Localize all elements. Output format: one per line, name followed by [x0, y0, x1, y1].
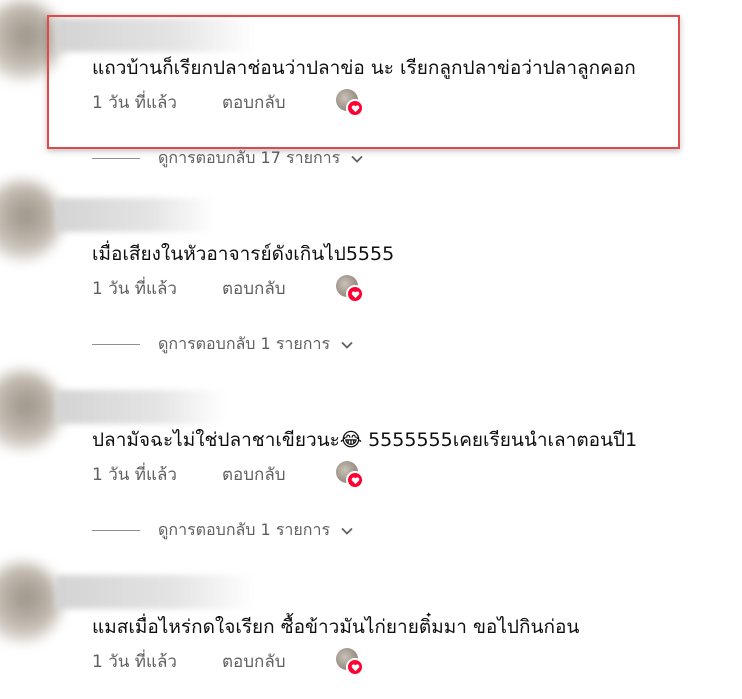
chevron-down-icon [341, 341, 353, 349]
comment-timestamp[interactable]: 1 วัน ที่แล้ว [92, 461, 222, 488]
view-replies-button[interactable]: ดูการตอบกลับ 1 รายการ [92, 518, 354, 543]
avatar[interactable] [0, 370, 62, 450]
thread-line [92, 530, 140, 531]
reply-button[interactable]: ตอบกลับ [222, 648, 286, 675]
comment-timestamp[interactable]: 1 วัน ที่แล้ว [92, 275, 222, 302]
author-name-blurred[interactable] [55, 18, 255, 52]
heart-icon [346, 99, 364, 117]
heart-icon [346, 658, 364, 676]
creator-heart [336, 89, 364, 117]
chevron-down-icon [351, 155, 363, 163]
creator-heart [336, 275, 364, 303]
comment-text: ปลามัจฉะไม่ใช่ปลาชาเขียวนะ😂 5555555เคยเร… [92, 429, 638, 451]
view-replies-button[interactable]: ดูการตอบกลับ 17 รายการ [92, 146, 364, 171]
creator-heart [336, 461, 364, 489]
heart-icon [346, 471, 364, 489]
comment-text: แถวบ้านก็เรียกปลาช่อนว่าปลาข่อ นะ เรียกล… [92, 57, 636, 79]
creator-heart [336, 648, 364, 676]
comment-timestamp[interactable]: 1 วัน ที่แล้ว [92, 648, 222, 675]
reply-button[interactable]: ตอบกลับ [222, 275, 286, 302]
comment-meta: 1 วัน ที่แล้ว ตอบกลับ [92, 275, 286, 302]
author-name-blurred[interactable] [55, 390, 225, 424]
thread-line [92, 344, 140, 345]
view-replies-label: ดูการตอบกลับ 1 รายการ [158, 520, 331, 539]
comment-timestamp[interactable]: 1 วัน ที่แล้ว [92, 89, 222, 116]
reply-button[interactable]: ตอบกลับ [222, 461, 286, 488]
comment-meta: 1 วัน ที่แล้ว ตอบกลับ [92, 648, 286, 675]
comment-meta: 1 วัน ที่แล้ว ตอบกลับ [92, 461, 286, 488]
avatar[interactable] [0, 562, 62, 642]
thread-line [92, 158, 140, 159]
view-replies-label: ดูการตอบกลับ 1 รายการ [158, 334, 331, 353]
view-replies-button[interactable]: ดูการตอบกลับ 1 รายการ [92, 332, 354, 357]
comment-text: แมสเมื่อไหร่กดใจเรียก ซื้อข้าวมันไก่ยายต… [92, 616, 580, 638]
view-replies-label: ดูการตอบกลับ 17 รายการ [158, 148, 341, 167]
heart-icon [346, 285, 364, 303]
chevron-down-icon [341, 527, 353, 535]
avatar[interactable] [0, 180, 62, 260]
comment-meta: 1 วัน ที่แล้ว ตอบกลับ [92, 89, 286, 116]
avatar[interactable] [0, 0, 62, 80]
author-name-blurred[interactable] [55, 198, 215, 232]
author-name-blurred[interactable] [55, 575, 255, 609]
comment-text: เมื่อเสียงในหัวอาจารย์ดังเกินไป5555 [92, 243, 395, 265]
reply-button[interactable]: ตอบกลับ [222, 89, 286, 116]
comments-panel: แถวบ้านก็เรียกปลาช่อนว่าปลาข่อ นะ เรียกล… [0, 0, 742, 699]
